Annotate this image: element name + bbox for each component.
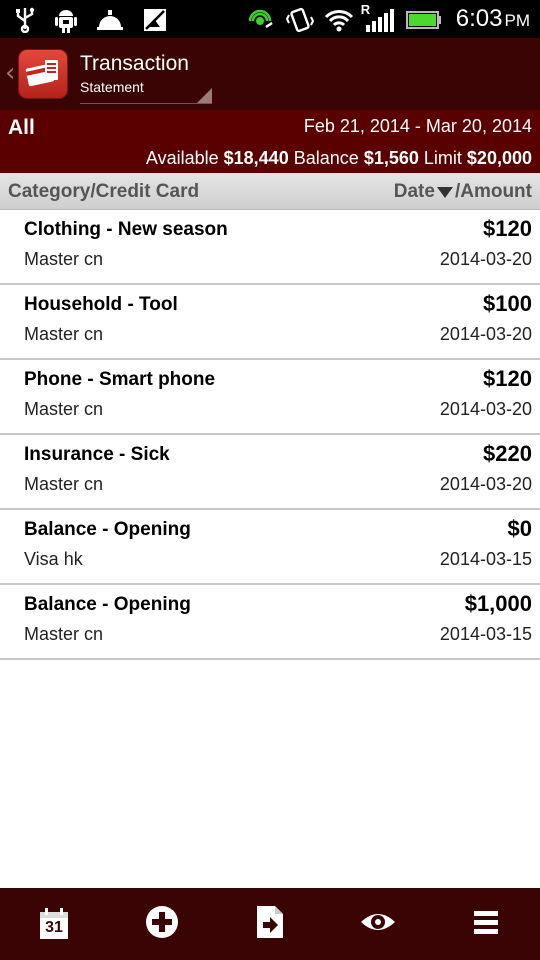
transaction-date: 2014-03-15 — [439, 549, 532, 569]
signal-icon: R — [361, 2, 396, 33]
transaction-category: Balance - Opening — [24, 519, 191, 540]
column-date-amount[interactable]: Date /Amount — [394, 181, 532, 203]
filter-label[interactable]: All — [8, 115, 35, 141]
transaction-amount: $120 — [483, 366, 532, 391]
transaction-card: Master cn — [24, 249, 104, 269]
app-logo-icon[interactable] — [18, 49, 68, 99]
usb-icon — [14, 7, 36, 33]
balance-label: Balance — [293, 148, 359, 168]
transaction-date: 2014-03-20 — [439, 399, 532, 419]
battery-icon — [405, 9, 442, 31]
transaction-date: 2014-03-20 — [439, 474, 532, 494]
transaction-date: 2014-03-20 — [439, 249, 532, 269]
add-transaction-button[interactable] — [132, 894, 192, 954]
menu-button[interactable] — [456, 894, 516, 954]
transaction-row[interactable]: Balance - Opening $1,000 Master cn 2014-… — [0, 585, 540, 660]
calendar-day: 31 — [45, 919, 63, 936]
transaction-card: Master cn — [24, 324, 104, 344]
transaction-category: Clothing - New season — [24, 219, 228, 240]
transaction-amount: $100 — [483, 291, 532, 316]
transaction-amount: $220 — [483, 441, 532, 466]
clock-ampm: PM — [504, 11, 531, 30]
balance-value: $1,560 — [363, 148, 419, 168]
transaction-row[interactable]: Insurance - Sick $220 Master cn 2014-03-… — [0, 435, 540, 510]
transaction-card: Master cn — [24, 624, 104, 644]
add-icon — [145, 905, 179, 944]
transaction-date: 2014-03-15 — [439, 624, 532, 644]
sort-descending-icon — [436, 186, 453, 198]
bottom-toolbar: 31 — [0, 888, 540, 960]
action-bar: ‹ Transaction Statement — [0, 38, 540, 110]
view-button[interactable] — [348, 894, 408, 954]
limit-value: $20,000 — [466, 148, 532, 168]
transaction-category: Balance - Opening — [24, 594, 191, 615]
transaction-date: 2014-03-20 — [439, 324, 532, 344]
spinner-triangle-icon — [197, 88, 212, 103]
transaction-row[interactable]: Household - Tool $100 Master cn 2014-03-… — [0, 285, 540, 360]
screen-title: Transaction — [80, 52, 189, 75]
transaction-category: Phone - Smart phone — [24, 369, 216, 390]
eye-icon — [360, 910, 396, 939]
menu-icon — [472, 908, 500, 941]
column-header: Category/Credit Card Date /Amount — [0, 173, 540, 210]
column-amount[interactable]: /Amount — [455, 181, 532, 203]
wifi-icon — [324, 8, 354, 32]
vibrate-icon — [285, 7, 314, 33]
sync-icon — [248, 7, 276, 33]
available-label: Available — [145, 148, 219, 168]
summary-bar: All Feb 21, 2014 - Mar 20, 2014 Availabl… — [0, 110, 540, 173]
totals-line: Available $18,440 Balance $1,560 Limit $… — [146, 147, 532, 169]
transaction-amount: $1,000 — [464, 591, 532, 616]
transaction-amount: $120 — [483, 216, 532, 241]
bell-icon — [96, 8, 124, 32]
status-bar: R 6:03 PM — [0, 0, 540, 38]
android-debug-icon — [54, 6, 78, 34]
date-range[interactable]: Feb 21, 2014 - Mar 20, 2014 — [304, 115, 532, 137]
transaction-card: Visa hk — [24, 549, 83, 569]
limit-label: Limit — [423, 148, 462, 168]
screen-subtitle[interactable]: Statement — [80, 79, 144, 96]
transaction-card: Master cn — [24, 399, 104, 419]
available-value: $18,440 — [223, 148, 289, 168]
no-sd-icon — [142, 7, 168, 33]
roaming-indicator: R — [360, 2, 371, 17]
export-button[interactable] — [240, 894, 300, 954]
back-chevron-icon[interactable]: ‹ — [5, 58, 15, 88]
clock: 6:03 PM — [456, 6, 530, 34]
calendar-button[interactable]: 31 — [24, 894, 84, 954]
transaction-row[interactable]: Clothing - New season $120 Master cn 201… — [0, 210, 540, 285]
transaction-category: Insurance - Sick — [24, 444, 170, 465]
transaction-row[interactable]: Balance - Opening $0 Visa hk 2014-03-15 — [0, 510, 540, 585]
transaction-category: Household - Tool — [24, 294, 178, 315]
column-date[interactable]: Date — [394, 181, 435, 203]
transaction-row[interactable]: Phone - Smart phone $120 Master cn 2014-… — [0, 360, 540, 435]
column-category[interactable]: Category/Credit Card — [8, 181, 199, 203]
transaction-amount: $0 — [507, 516, 532, 541]
transaction-card: Master cn — [24, 474, 104, 494]
calendar-icon: 31 — [38, 907, 70, 941]
clock-time: 6:03 — [455, 5, 503, 32]
transaction-list: Clothing - New season $120 Master cn 201… — [0, 210, 540, 660]
export-icon — [255, 905, 285, 944]
